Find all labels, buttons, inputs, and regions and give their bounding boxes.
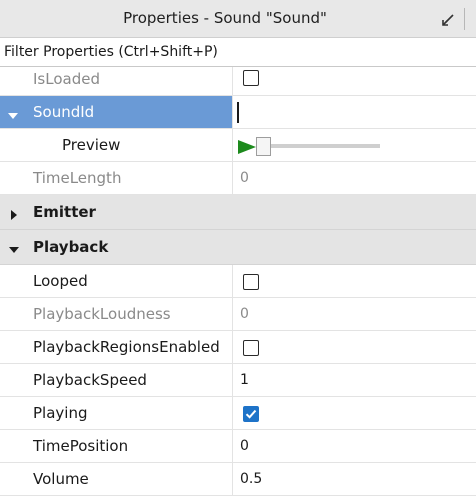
property-row-preview[interactable]: Preview bbox=[0, 129, 476, 162]
preview-slider-thumb[interactable] bbox=[256, 137, 271, 156]
triangle-right-icon[interactable] bbox=[8, 206, 20, 220]
preview-slider-track[interactable] bbox=[265, 144, 380, 148]
property-label: Playing bbox=[33, 404, 88, 422]
property-row-playbackregionsenabled[interactable]: PlaybackRegionsEnabled bbox=[0, 331, 476, 364]
property-label: TimePosition bbox=[33, 437, 129, 455]
property-row-isloaded[interactable]: IsLoaded bbox=[0, 67, 476, 96]
column-divider bbox=[232, 162, 233, 194]
isloaded-checkbox[interactable] bbox=[243, 70, 259, 86]
column-divider bbox=[232, 129, 233, 161]
playbackregionsenabled-checkbox[interactable] bbox=[243, 340, 259, 356]
property-label: IsLoaded bbox=[33, 70, 100, 88]
playbackspeed-value[interactable]: 1 bbox=[240, 364, 249, 396]
properties-list: IsLoaded SoundId Preview TimeLength 0 Em… bbox=[0, 67, 476, 500]
filter-properties-input[interactable] bbox=[0, 38, 464, 65]
property-row-volume[interactable]: Volume 0.5 bbox=[0, 463, 476, 496]
checkmark-icon bbox=[245, 409, 257, 419]
property-label: Preview bbox=[62, 136, 121, 154]
property-label: Volume bbox=[33, 470, 89, 488]
undock-icon[interactable] bbox=[440, 12, 456, 28]
property-label: SoundId bbox=[33, 103, 95, 121]
titlebar-divider bbox=[464, 8, 465, 30]
category-label: Playback bbox=[33, 238, 109, 256]
column-divider bbox=[232, 364, 233, 396]
column-divider bbox=[232, 298, 233, 330]
playbackloudness-value: 0 bbox=[240, 306, 249, 322]
column-divider bbox=[232, 397, 233, 429]
column-divider bbox=[232, 96, 233, 128]
play-icon[interactable] bbox=[237, 139, 257, 155]
filter-bar bbox=[0, 38, 476, 67]
category-emitter[interactable]: Emitter bbox=[0, 195, 476, 230]
window-title: Properties - Sound "Sound" bbox=[123, 9, 327, 27]
column-divider bbox=[232, 430, 233, 462]
looped-checkbox[interactable] bbox=[243, 274, 259, 290]
column-divider bbox=[232, 67, 233, 95]
title-bar: Properties - Sound "Sound" bbox=[0, 0, 476, 38]
property-row-soundid[interactable]: SoundId bbox=[0, 96, 476, 129]
column-divider bbox=[232, 265, 233, 297]
property-row-timelength[interactable]: TimeLength 0 bbox=[0, 162, 476, 195]
timeposition-value[interactable]: 0 bbox=[240, 430, 249, 462]
property-row-timeposition[interactable]: TimePosition 0 bbox=[0, 430, 476, 463]
property-label: PlaybackRegionsEnabled bbox=[33, 338, 220, 356]
property-row-playbackspeed[interactable]: PlaybackSpeed 1 bbox=[0, 364, 476, 397]
collapse-icon[interactable] bbox=[7, 107, 19, 119]
property-row-looped[interactable]: Looped bbox=[0, 265, 476, 298]
text-caret bbox=[237, 102, 239, 123]
property-label: PlaybackSpeed bbox=[33, 371, 147, 389]
column-divider bbox=[232, 463, 233, 495]
volume-value[interactable]: 0.5 bbox=[240, 463, 262, 495]
triangle-down-icon[interactable] bbox=[8, 241, 20, 253]
category-playback[interactable]: Playback bbox=[0, 230, 476, 265]
property-label: Looped bbox=[33, 272, 88, 290]
property-row-playing[interactable]: Playing bbox=[0, 397, 476, 430]
column-divider bbox=[232, 331, 233, 363]
playing-checkbox[interactable] bbox=[243, 406, 259, 422]
category-label: Emitter bbox=[33, 203, 96, 221]
property-label: TimeLength bbox=[33, 169, 122, 187]
property-row-playbackloudness[interactable]: PlaybackLoudness 0 bbox=[0, 298, 476, 331]
timelength-value: 0 bbox=[240, 170, 249, 186]
property-label: PlaybackLoudness bbox=[33, 305, 171, 323]
